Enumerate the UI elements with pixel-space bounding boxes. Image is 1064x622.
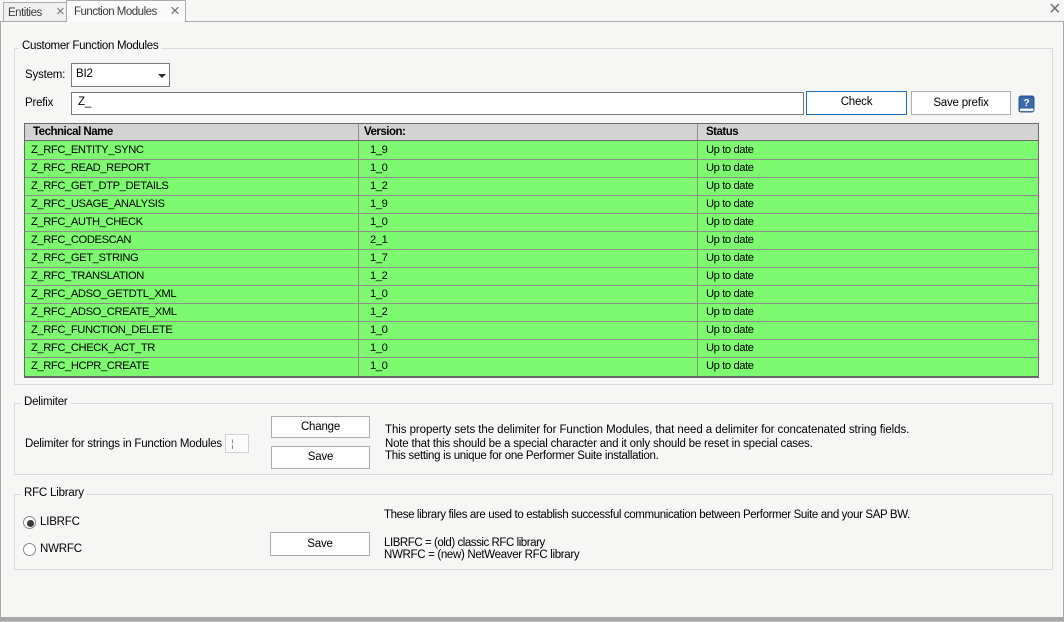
svg-text:?: ? [1024,98,1030,109]
